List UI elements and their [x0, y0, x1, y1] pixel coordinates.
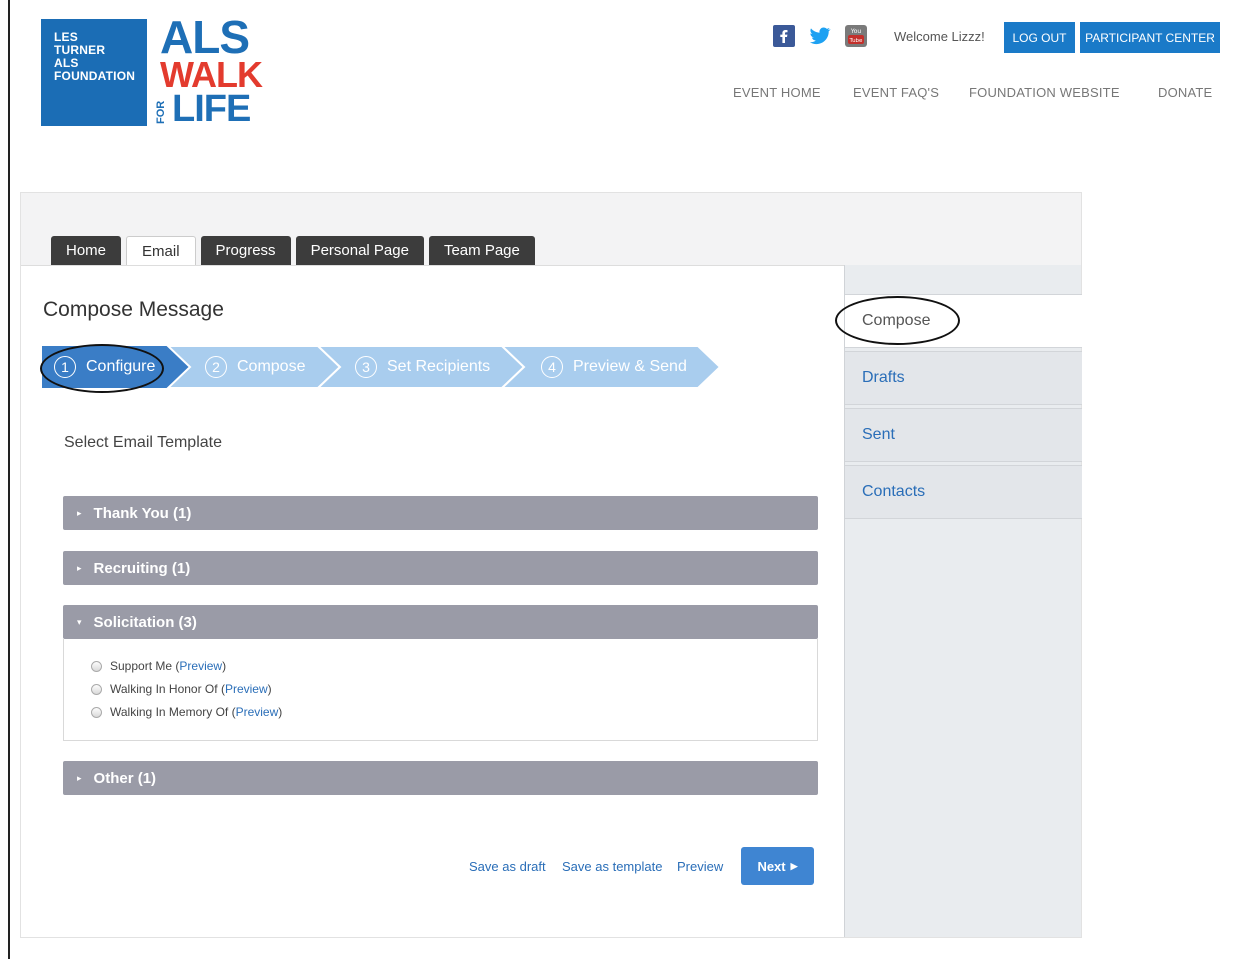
youtube-icon[interactable]: You Tube [844, 24, 868, 48]
tab-team-page[interactable]: Team Page [428, 236, 535, 265]
category-solicitation[interactable]: ▾ Solicitation (3) [63, 605, 818, 639]
email-sidebar: Compose Drafts Sent Contacts [844, 265, 1082, 937]
category-label: Other (1) [93, 769, 157, 787]
participant-center-button[interactable]: PARTICIPANT CENTER [1080, 22, 1220, 53]
step-label: Set Recipients [387, 358, 491, 375]
step-number: 4 [541, 356, 563, 378]
chevron-right-icon: ▶ [790, 860, 798, 871]
tab-email[interactable]: Email [126, 236, 196, 266]
template-radio-support-me[interactable] [91, 660, 102, 672]
preview-link[interactable]: Preview [677, 859, 723, 874]
facebook-icon[interactable] [772, 24, 796, 48]
logo-line: FOUNDATION [54, 69, 136, 83]
template-preview-link[interactable]: Preview [236, 705, 279, 719]
caret-right-icon: ▸ [77, 507, 82, 518]
nav-foundation-website[interactable]: FOUNDATION WEBSITE [969, 85, 1120, 100]
tab-progress[interactable]: Progress [200, 236, 291, 265]
tab-bar: Home Email Progress Personal Page Team P… [51, 236, 535, 266]
category-recruiting[interactable]: ▸ Recruiting (1) [63, 551, 818, 585]
template-radio-memory[interactable] [91, 706, 102, 718]
next-button[interactable]: Next ▶ [741, 847, 814, 885]
template-option: Walking In Honor Of (Preview) [91, 682, 272, 696]
category-other[interactable]: ▸ Other (1) [63, 761, 818, 795]
save-template-link[interactable]: Save as template [562, 859, 662, 874]
social-links: You Tube [772, 24, 868, 50]
sidebar-item-drafts[interactable]: Drafts [845, 351, 1082, 405]
tab-personal-page[interactable]: Personal Page [295, 236, 424, 265]
page-title: Compose Message [43, 298, 224, 321]
sidebar-item-sent[interactable]: Sent [845, 408, 1082, 462]
step-label: Configure [86, 358, 156, 375]
template-option: Support Me (Preview) [91, 659, 226, 673]
step-label: Preview & Send [573, 358, 687, 375]
solicitation-templates: Support Me (Preview) Walking In Honor Of… [63, 639, 818, 741]
step-number: 3 [355, 356, 377, 378]
step-preview-send[interactable]: 4 Preview & Send [541, 346, 687, 388]
foundation-logo[interactable]: LES TURNER ALS FOUNDATION [41, 19, 147, 126]
step-label: Compose [237, 358, 306, 375]
category-label: Solicitation (3) [93, 613, 197, 631]
twitter-icon[interactable] [808, 24, 832, 48]
svg-text:Tube: Tube [849, 38, 864, 44]
sidebar-item-compose[interactable]: Compose [845, 294, 1082, 348]
step-wizard: 1 Configure 2 Compose 3 Set Recipients 4… [42, 346, 732, 388]
sidebar-item-contacts[interactable]: Contacts [845, 465, 1082, 519]
welcome-message: Welcome Lizzz! [894, 29, 985, 44]
nav-event-home[interactable]: EVENT HOME [733, 85, 821, 100]
template-preview-link[interactable]: Preview [179, 659, 222, 673]
select-template-label: Select Email Template [64, 434, 222, 451]
event-logo-for: FOR [155, 100, 167, 124]
step-number: 2 [205, 356, 227, 378]
event-logo-life: LIFE [172, 88, 251, 130]
logout-button[interactable]: LOG OUT [1004, 22, 1075, 53]
svg-text:You: You [850, 28, 862, 35]
category-thank-you[interactable]: ▸ Thank You (1) [63, 496, 818, 530]
save-draft-link[interactable]: Save as draft [469, 859, 546, 874]
step-configure[interactable]: 1 Configure [54, 346, 155, 388]
template-name: Walking In Honor Of [110, 682, 218, 696]
template-name: Walking In Memory Of [110, 705, 229, 719]
next-label: Next [757, 858, 786, 874]
template-name: Support Me [110, 659, 173, 673]
foundation-logo-text: LES TURNER ALS FOUNDATION [54, 31, 135, 83]
nav-event-faqs[interactable]: EVENT FAQ'S [853, 85, 939, 100]
template-preview-link[interactable]: Preview [225, 682, 268, 696]
step-set-recipients[interactable]: 3 Set Recipients [355, 346, 490, 388]
category-label: Recruiting (1) [93, 559, 191, 577]
caret-down-icon: ▾ [77, 616, 82, 627]
step-compose[interactable]: 2 Compose [205, 346, 305, 388]
category-label: Thank You (1) [93, 504, 192, 522]
caret-right-icon: ▸ [77, 772, 82, 783]
step-number: 1 [54, 356, 76, 378]
nav-donate[interactable]: DONATE [1158, 85, 1212, 100]
template-radio-honor[interactable] [91, 683, 102, 695]
template-option: Walking In Memory Of (Preview) [91, 705, 282, 719]
caret-right-icon: ▸ [77, 562, 82, 573]
tab-home[interactable]: Home [51, 236, 122, 265]
